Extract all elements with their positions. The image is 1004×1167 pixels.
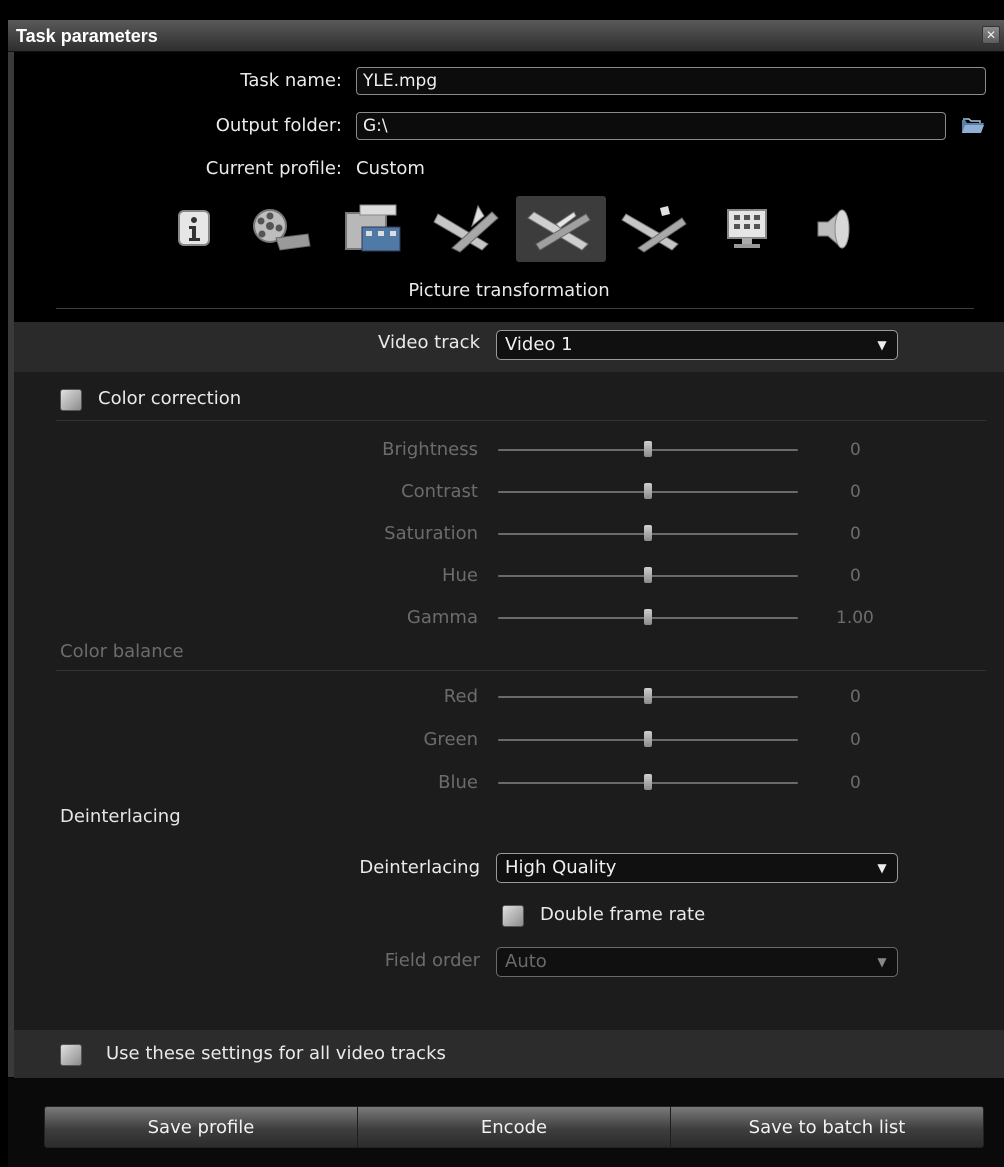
green-value: 0 [850,730,861,750]
chevron-down-icon: ▼ [877,955,887,969]
brightness-slider[interactable] [498,441,798,457]
blue-slider[interactable] [498,774,798,790]
save-profile-button[interactable]: Save profile [45,1107,357,1147]
video-track-value: Video 1 [505,334,573,355]
gamma-value: 1.00 [836,608,874,628]
chevron-down-icon: ▼ [877,861,887,875]
deinterlacing-dropdown[interactable]: High Quality ▼ [496,853,898,883]
action-buttons: Save profile Encode Save to batch list [44,1106,984,1148]
current-profile-label: Current profile: [205,158,342,179]
gamma-slider[interactable] [498,609,798,625]
monitor-icon[interactable] [702,196,792,262]
red-value: 0 [850,687,861,707]
brightness-label: Brightness [382,439,478,460]
blue-value: 0 [850,773,861,793]
output-folder-label: Output folder: [215,115,342,136]
save-to-batch-list-button[interactable]: Save to batch list [670,1107,983,1147]
saturation-label: Saturation [384,523,478,544]
contrast-slider[interactable] [498,483,798,499]
red-slider[interactable] [498,688,798,704]
all-tracks-label: Use these settings for all video tracks [106,1043,446,1064]
current-profile-value: Custom [356,158,425,179]
saturation-value: 0 [850,524,861,544]
contrast-label: Contrast [401,481,478,502]
deinterlacing-header: Deinterlacing [60,806,181,827]
speaker-icon[interactable] [790,196,880,262]
blue-label: Blue [438,772,478,793]
hue-slider[interactable] [498,567,798,583]
contrast-value: 0 [850,482,861,502]
color-correction-checkbox[interactable] [60,389,82,411]
deinterlacing-value: High Quality [505,857,617,878]
divider [56,308,974,309]
field-order-value: Auto [505,951,547,972]
film-crop-icon[interactable] [328,196,418,262]
deinterlacing-label: Deinterlacing [359,857,480,878]
section-title: Picture transformation [408,280,610,301]
encode-button[interactable]: Encode [357,1107,670,1147]
green-label: Green [423,729,478,750]
chevron-down-icon: ▼ [877,338,887,352]
divider [56,670,986,671]
green-slider[interactable] [498,731,798,747]
window-title: Task parameters [16,26,158,46]
all-tracks-checkbox[interactable] [60,1044,82,1066]
title-bar: Task parameters ✕ [8,20,1004,52]
folder-open-icon[interactable] [960,114,986,136]
video-track-dropdown[interactable]: Video 1 ▼ [496,330,898,360]
settings-toolbar [150,196,890,262]
divider [56,420,986,421]
hue-value: 0 [850,566,861,586]
task-name-label: Task name: [240,70,342,91]
task-name-field[interactable]: YLE.mpg [356,67,986,95]
color-balance-header: Color balance [60,641,184,662]
double-frame-rate-checkbox[interactable] [502,905,524,927]
film-ruler-icon[interactable] [610,196,700,262]
close-icon[interactable]: ✕ [982,26,1000,44]
field-order-label: Field order [384,950,480,971]
info-icon[interactable] [150,196,240,262]
hue-label: Hue [441,565,478,586]
output-folder-field[interactable]: G:\ [356,112,946,140]
film-cut-icon[interactable] [422,196,512,262]
brightness-value: 0 [850,440,861,460]
color-correction-label: Color correction [98,388,242,409]
gamma-label: Gamma [406,607,478,628]
picture-transformation-icon[interactable] [516,196,606,262]
saturation-slider[interactable] [498,525,798,541]
video-track-label: Video track [378,332,480,353]
red-label: Red [443,686,478,707]
field-order-dropdown: Auto ▼ [496,947,898,977]
double-frame-rate-label: Double frame rate [540,904,706,925]
film-reel-icon[interactable] [236,196,326,262]
